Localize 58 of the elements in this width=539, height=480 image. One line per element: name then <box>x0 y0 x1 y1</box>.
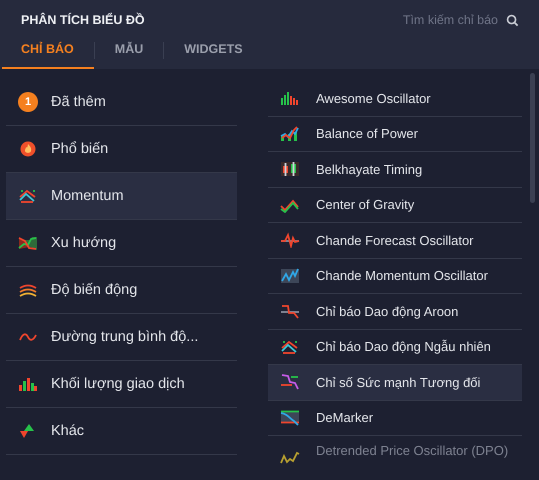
tab[interactable]: MẪU <box>94 38 164 69</box>
category-icon <box>18 376 38 392</box>
category-item[interactable]: Momentum <box>6 173 237 220</box>
indicator-icon <box>280 303 300 320</box>
category-icon <box>18 282 38 298</box>
search-field[interactable]: Tìm kiếm chỉ báo <box>386 13 519 27</box>
category-label: Phổ biến <box>51 141 108 157</box>
category-item[interactable]: 1 Đã thêm <box>6 79 237 126</box>
indicator-icon <box>280 374 300 390</box>
indicator-label: Chỉ số Sức mạnh Tương đối <box>316 374 480 390</box>
category-label: Momentum <box>51 188 124 204</box>
indicator-label: Balance of Power <box>316 126 418 142</box>
indicator-item[interactable]: Chande Momentum Oscillator <box>268 258 522 294</box>
category-icon <box>18 141 38 157</box>
category-label: Đường trung bình độ... <box>51 329 198 345</box>
indicator-item[interactable]: Balance of Power <box>268 116 522 152</box>
tab[interactable]: CHỈ BÁO <box>2 38 94 69</box>
category-label: Đã thêm <box>51 94 106 110</box>
indicator-label: Center of Gravity <box>316 197 414 212</box>
category-item[interactable]: Khác <box>6 408 237 455</box>
category-label: Xu hướng <box>51 235 116 251</box>
category-label: Khối lượng giao dịch <box>51 376 185 392</box>
indicator-label: Chande Forecast Oscillator <box>316 232 474 248</box>
indicator-label: Chỉ báo Dao động Aroon <box>316 304 458 319</box>
category-item[interactable]: Độ biến động <box>6 267 237 314</box>
count-badge: 1 <box>18 92 38 112</box>
indicator-icon <box>280 126 300 142</box>
indicator-item[interactable]: Chỉ báo Dao động Aroon <box>268 294 522 330</box>
indicator-icon <box>280 410 300 426</box>
indicator-label: Belkhayate Timing <box>316 162 422 177</box>
indicator-label: Chỉ báo Dao động Ngẫu nhiên <box>316 339 491 354</box>
panel-title: PHÂN TÍCH BIỂU ĐỒ <box>21 13 145 27</box>
tab[interactable]: WIDGETS <box>164 38 263 69</box>
indicator-label: Chande Momentum Oscillator <box>316 268 488 284</box>
indicator-icon <box>280 232 300 248</box>
indicator-item[interactable]: Belkhayate Timing <box>268 152 522 188</box>
search-icon[interactable] <box>506 14 519 26</box>
indicator-label: Detrended Price Oscillator (DPO) <box>316 443 508 458</box>
category-label: Độ biến động <box>51 282 138 298</box>
indicator-label: DeMarker <box>316 410 374 426</box>
category-icon <box>18 188 38 204</box>
indicator-icon <box>280 161 300 178</box>
indicator-item[interactable]: Chỉ số Sức mạnh Tương đối <box>268 365 522 400</box>
indicator-item[interactable]: Detrended Price Oscillator (DPO) <box>268 436 522 467</box>
category-item[interactable]: Khối lượng giao dịch <box>6 361 237 408</box>
category-icon <box>18 235 38 251</box>
indicator-icon <box>280 268 300 284</box>
indicator-label: Awesome Oscillator <box>316 90 431 106</box>
category-label: Khác <box>51 423 84 439</box>
indicator-item[interactable]: Awesome Oscillator <box>268 81 522 116</box>
indicator-item[interactable]: Chande Forecast Oscillator <box>268 223 522 258</box>
category-item[interactable]: Đường trung bình độ... <box>6 314 237 361</box>
category-item[interactable]: Xu hướng <box>6 220 237 267</box>
scrollbar-thumb[interactable] <box>530 73 535 203</box>
indicator-icon <box>280 90 300 106</box>
indicator-icon <box>280 338 300 355</box>
indicator-item[interactable]: DeMarker <box>268 400 522 436</box>
indicator-item[interactable]: Center of Gravity <box>268 188 522 223</box>
